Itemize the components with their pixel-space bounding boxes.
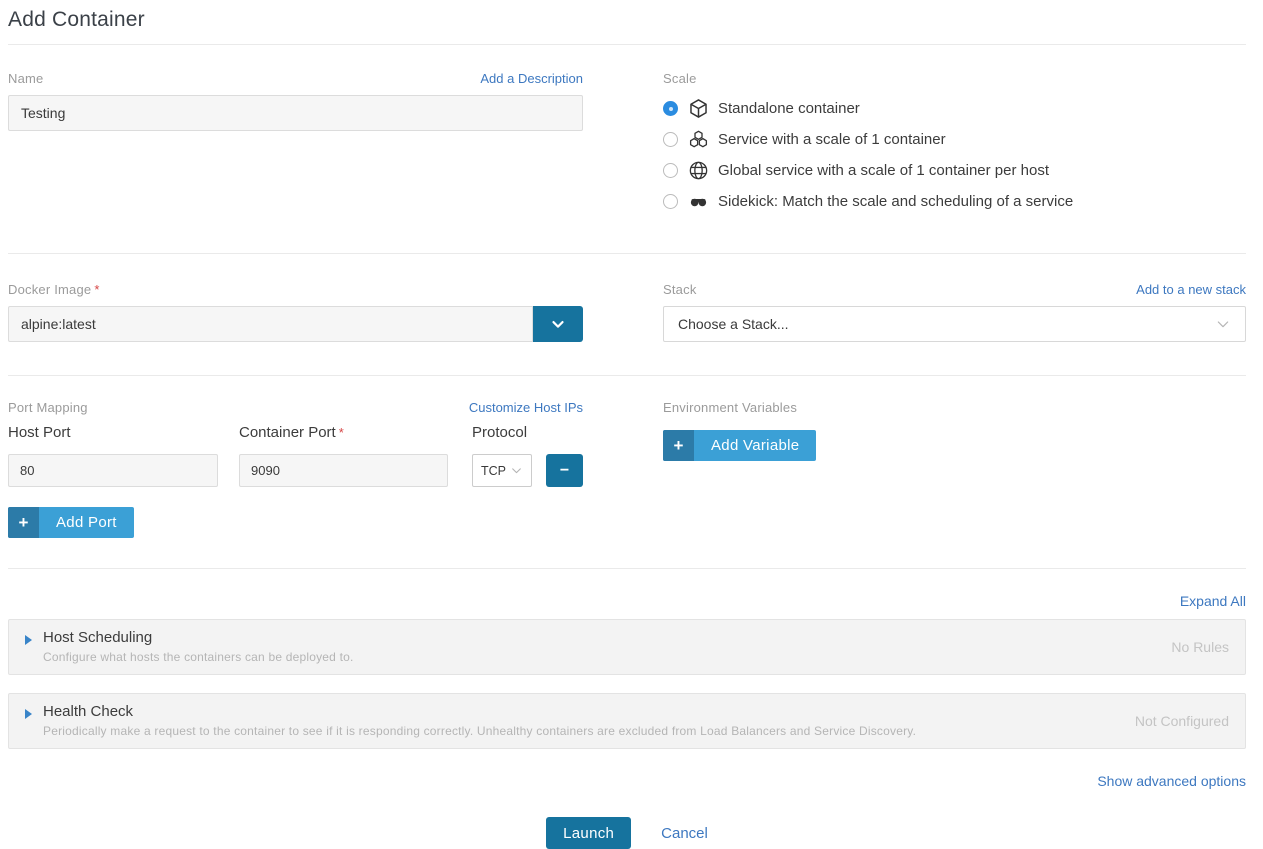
scale-option-label: Service with a scale of 1 container <box>718 131 946 148</box>
service-cubes-icon <box>688 129 709 150</box>
stack-select[interactable]: Choose a Stack... <box>663 306 1246 342</box>
host-port-label: Host Port <box>8 424 218 441</box>
scale-column: Scale Standalone container <box>663 71 1246 217</box>
expander-triangle-icon <box>25 635 32 645</box>
chevron-down-icon <box>1215 316 1231 332</box>
protocol-select[interactable]: TCP <box>472 454 532 487</box>
stack-label: Stack <box>663 282 697 297</box>
container-port-field-group: Container Port* <box>239 424 448 487</box>
scale-option-standalone[interactable]: Standalone container <box>663 93 1246 124</box>
required-mark: * <box>339 425 344 440</box>
show-advanced-options-link[interactable]: Show advanced options <box>1097 773 1246 789</box>
host-port-field-group: Host Port <box>8 424 218 487</box>
cancel-link[interactable]: Cancel <box>661 825 708 842</box>
scale-option-label: Sidekick: Match the scale and scheduling… <box>718 193 1073 210</box>
environment-variables-label: Environment Variables <box>663 400 797 415</box>
expander-triangle-icon <box>25 709 32 719</box>
docker-image-column: Docker Image* <box>8 282 583 342</box>
host-port-input[interactable] <box>8 454 218 487</box>
accordion-description: Configure what hosts the containers can … <box>43 650 1151 664</box>
stack-column: Stack Add to a new stack Choose a Stack.… <box>663 282 1246 342</box>
remove-port-button[interactable]: − <box>546 454 583 487</box>
image-stack-section: Docker Image* Stack Add to a new stack <box>8 254 1246 375</box>
image-dropdown-button[interactable] <box>533 306 583 342</box>
add-new-stack-link[interactable]: Add to a new stack <box>1136 282 1246 297</box>
sidekick-mask-icon <box>688 191 709 212</box>
add-port-button[interactable]: + Add Port <box>8 507 134 538</box>
chevron-down-icon <box>549 315 567 333</box>
chevron-down-icon <box>510 464 523 477</box>
stack-select-value: Choose a Stack... <box>678 316 789 332</box>
accordion-description: Periodically make a request to the conta… <box>43 724 1115 738</box>
name-column: Name Add a Description <box>8 71 583 217</box>
status-badge: Not Configured <box>1135 713 1229 729</box>
plus-icon: + <box>8 507 39 538</box>
accordion-title: Health Check <box>43 703 1115 720</box>
protocol-label: Protocol <box>472 424 583 441</box>
container-port-input[interactable] <box>239 454 448 487</box>
radio-unselected[interactable] <box>663 163 678 178</box>
customize-host-ips-link[interactable]: Customize Host IPs <box>469 400 583 415</box>
launch-button[interactable]: Launch <box>546 817 631 849</box>
ports-env-section: Port Mapping Customize Host IPs Host Por… <box>8 376 1246 568</box>
accordion-title: Host Scheduling <box>43 629 1151 646</box>
globe-icon <box>688 160 709 181</box>
host-scheduling-accordion[interactable]: Host Scheduling Configure what hosts the… <box>8 619 1246 675</box>
port-mapping-label: Port Mapping <box>8 400 88 415</box>
scale-option-global[interactable]: Global service with a scale of 1 contain… <box>663 155 1246 186</box>
plus-icon: + <box>663 430 694 461</box>
environment-column: Environment Variables + Add Variable <box>663 400 1246 538</box>
radio-unselected[interactable] <box>663 132 678 147</box>
footer-actions: Launch Cancel <box>8 817 1246 849</box>
add-description-link[interactable]: Add a Description <box>480 71 583 86</box>
add-container-form: Add Container Name Add a Description Sca… <box>0 0 1263 849</box>
docker-image-label: Docker Image* <box>8 282 100 297</box>
port-mapping-column: Port Mapping Customize Host IPs Host Por… <box>8 400 583 538</box>
status-badge: No Rules <box>1171 639 1229 655</box>
minus-icon: − <box>560 463 569 479</box>
scale-label: Scale <box>663 71 697 86</box>
radio-selected[interactable] <box>663 101 678 116</box>
docker-image-input[interactable] <box>8 306 533 342</box>
page-title: Add Container <box>8 0 1246 44</box>
protocol-select-value: TCP <box>481 464 506 478</box>
name-input[interactable] <box>8 95 583 131</box>
radio-unselected[interactable] <box>663 194 678 209</box>
add-variable-button[interactable]: + Add Variable <box>663 430 816 461</box>
required-mark: * <box>94 282 99 297</box>
protocol-field-group: Protocol TCP − <box>472 424 583 487</box>
scale-option-label: Global service with a scale of 1 contain… <box>718 162 1049 179</box>
expand-all-link[interactable]: Expand All <box>1180 593 1246 609</box>
scale-option-label: Standalone container <box>718 100 860 117</box>
scale-option-sidekick[interactable]: Sidekick: Match the scale and scheduling… <box>663 186 1246 217</box>
container-port-label: Container Port* <box>239 424 448 441</box>
add-variable-button-label: Add Variable <box>694 430 816 461</box>
cube-icon <box>688 98 709 119</box>
add-port-button-label: Add Port <box>39 507 134 538</box>
name-scale-section: Name Add a Description Scale Standalone … <box>8 45 1246 253</box>
health-check-accordion[interactable]: Health Check Periodically make a request… <box>8 693 1246 749</box>
name-label: Name <box>8 71 43 86</box>
scale-option-service[interactable]: Service with a scale of 1 container <box>663 124 1246 155</box>
